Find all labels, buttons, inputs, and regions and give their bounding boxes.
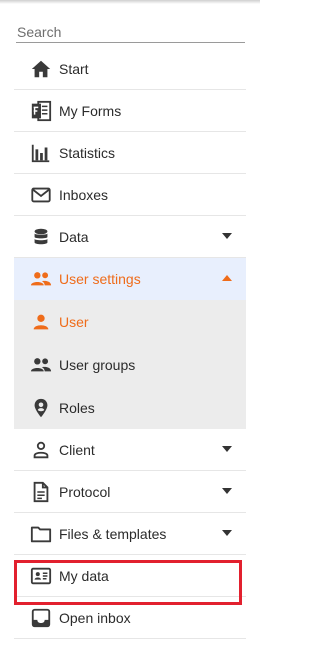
- menu-item-label: Statistics: [59, 144, 116, 161]
- menu-item-protocol[interactable]: Protocol: [14, 471, 246, 513]
- menu-item-label: My Forms: [59, 102, 122, 119]
- chevron-down-icon: [222, 233, 232, 239]
- envelope-icon: [30, 184, 52, 206]
- badge-icon: [30, 397, 52, 419]
- folder-icon: [30, 523, 52, 545]
- menu-item-my-data[interactable]: My data: [14, 555, 246, 597]
- sidebar-menu: Start My Forms Statistics Inboxes Data U…: [14, 48, 246, 639]
- menu-item-user-settings[interactable]: User settings: [14, 258, 246, 300]
- menu-item-label: Open inbox: [59, 609, 131, 626]
- menu-item-label: Inboxes: [59, 186, 109, 203]
- person-icon: [30, 311, 52, 333]
- menu-item-label: Files & templates: [59, 525, 167, 542]
- id-card-icon: [30, 565, 52, 587]
- menu-item-label: My data: [59, 567, 109, 584]
- menu-item-label: Start: [59, 60, 89, 77]
- chevron-down-icon: [222, 530, 232, 536]
- menu-item-label: User settings: [59, 271, 141, 287]
- submenu-item-user-groups[interactable]: User groups: [14, 343, 246, 386]
- menu-item-label: Protocol: [59, 483, 111, 500]
- menu-item-label: User groups: [59, 356, 136, 373]
- menu-item-label: Client: [59, 441, 95, 458]
- inbox-tray-icon: [30, 607, 52, 629]
- chevron-down-icon: [222, 488, 232, 494]
- chevron-up-icon: [222, 275, 232, 281]
- bar-chart-icon: [30, 142, 52, 164]
- menu-item-data[interactable]: Data: [14, 216, 246, 258]
- menu-item-label: Roles: [59, 399, 95, 416]
- menu-item-label: User: [59, 313, 89, 330]
- database-icon: [30, 226, 52, 248]
- top-shadow: [0, 0, 260, 4]
- menu-item-files-templates[interactable]: Files & templates: [14, 513, 246, 555]
- submenu-item-user[interactable]: User: [14, 300, 246, 343]
- search-input[interactable]: [16, 22, 245, 43]
- people-icon: [30, 354, 52, 376]
- menu-item-open-inbox[interactable]: Open inbox: [14, 597, 246, 639]
- menu-item-label: Data: [59, 228, 89, 245]
- chevron-down-icon: [222, 446, 232, 452]
- menu-item-inboxes[interactable]: Inboxes: [14, 174, 246, 216]
- forms-icon: [30, 100, 52, 122]
- menu-item-my-forms[interactable]: My Forms: [14, 90, 246, 132]
- home-icon: [30, 58, 52, 80]
- menu-item-start[interactable]: Start: [14, 48, 246, 90]
- menu-item-statistics[interactable]: Statistics: [14, 132, 246, 174]
- person-outline-icon: [30, 439, 52, 461]
- document-icon: [30, 481, 52, 503]
- menu-item-client[interactable]: Client: [14, 429, 246, 471]
- user-settings-submenu: User User groups Roles: [14, 300, 246, 429]
- people-icon: [30, 268, 52, 290]
- submenu-item-roles[interactable]: Roles: [14, 386, 246, 429]
